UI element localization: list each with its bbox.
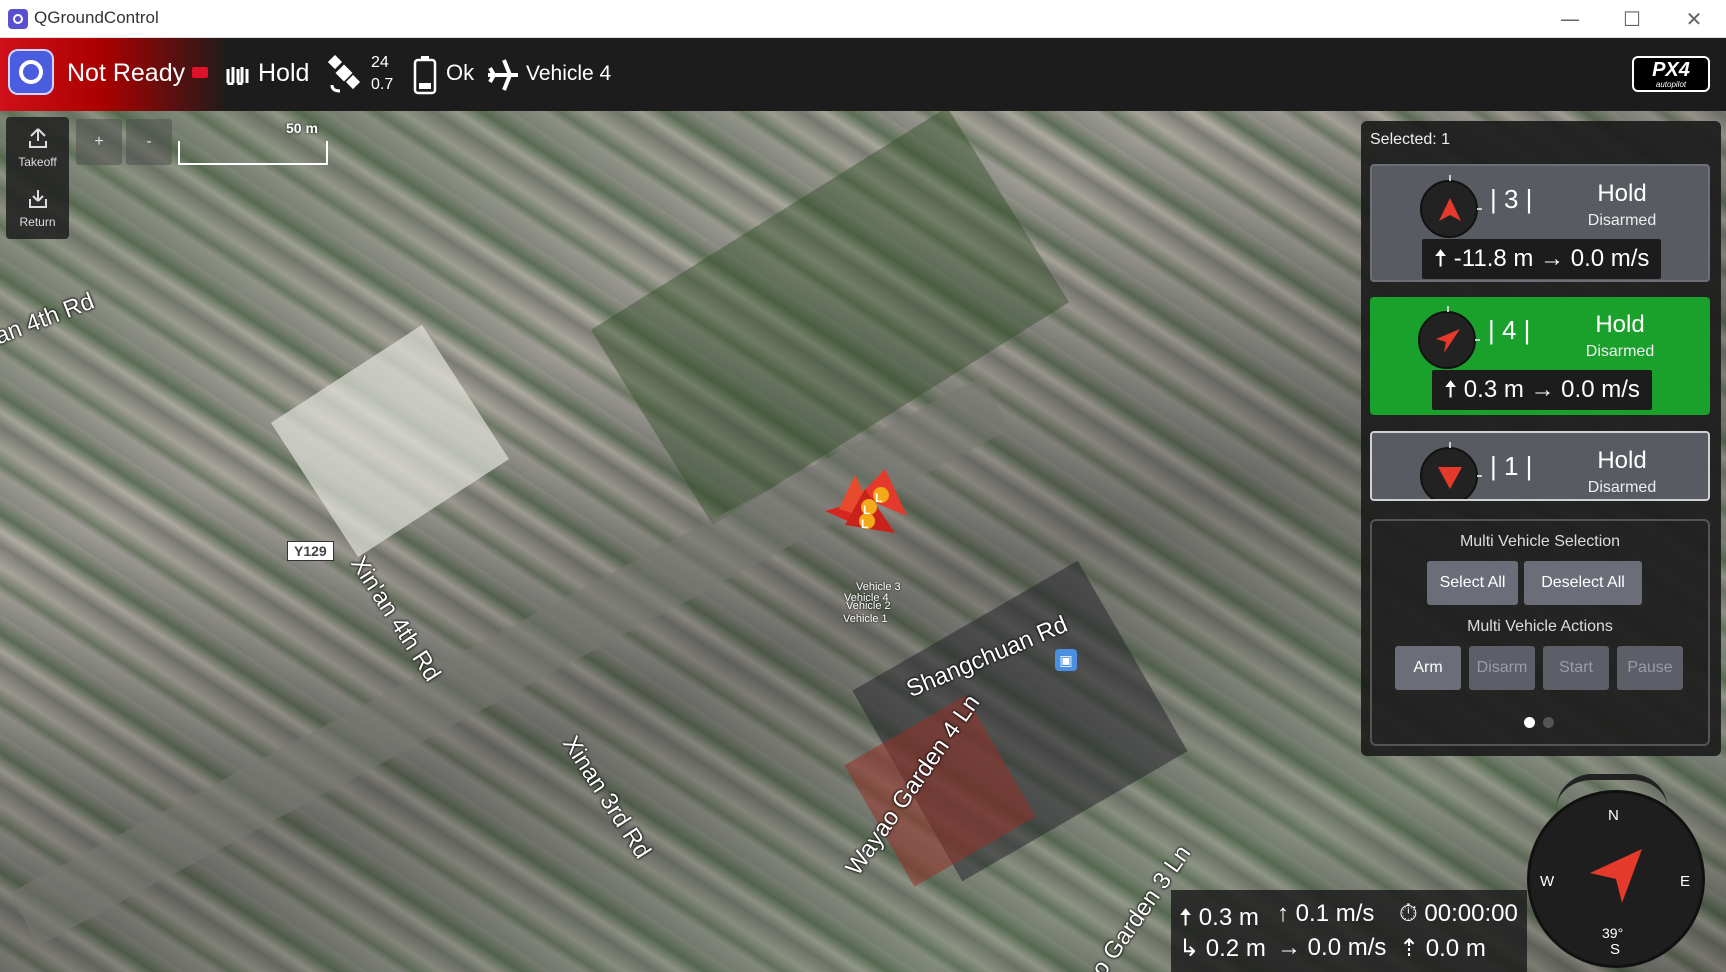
zoom-in-button[interactable]: + (76, 119, 122, 165)
px4-logo-sub: autopilot (1655, 80, 1687, 89)
flight-time-value: ⏱ 00:00:00 (1399, 900, 1518, 927)
disarm-button[interactable]: Disarm (1469, 646, 1535, 690)
return-label: Return (19, 215, 56, 229)
vehicle-card-4[interactable]: | 4 | Hold Disarmed 🠅 0.3 m → 0.0 m/s (1370, 297, 1710, 415)
close-button[interactable]: ✕ (1672, 3, 1716, 35)
takeoff-label: Takeoff (18, 155, 57, 169)
takeoff-icon (28, 128, 47, 148)
vehicle-marker-letter: L (875, 491, 883, 505)
select-all-button[interactable]: Select All (1427, 561, 1518, 605)
compass-south: S (1610, 941, 1621, 958)
compass-heading: 39° (1602, 925, 1624, 941)
arm-button[interactable]: Arm (1395, 646, 1461, 690)
window-title: QGroundControl (34, 8, 159, 27)
vehicle-heading-icon (1438, 467, 1462, 489)
gps-hdop: 0.7 (371, 76, 394, 93)
main-toolbar: Not Ready Hold 24 0.7 Ok Vehicle 4 PX4 au… (0, 38, 1726, 111)
vehicle-id: | 3 | (1490, 184, 1533, 214)
multi-vehicle-panel: Selected: 1 | 3 | Hold Disarmed 🠅 -11.8 … (1361, 121, 1721, 756)
takeoff-button[interactable]: Takeoff (6, 117, 69, 177)
vehicle-telemetry: 🠅 0.3 m → 0.0 m/s (1432, 370, 1652, 410)
selected-count: Selected: 1 (1370, 131, 1451, 148)
deselect-all-button[interactable]: Deselect All (1524, 561, 1642, 605)
vehicle-id: | 4 | (1488, 315, 1531, 345)
plan-tool-strip: Takeoff Return (6, 117, 69, 239)
gps-satellite-icon[interactable] (328, 55, 364, 93)
battery-icon[interactable] (413, 55, 437, 95)
vehicle-mode: Hold (1595, 311, 1645, 338)
ground-speed-value: → 0.0 m/s (1277, 934, 1387, 961)
gps-satellite-count: 24 (371, 54, 389, 71)
start-button[interactable]: Start (1543, 646, 1609, 690)
vehicle-label: Vehicle 2 (846, 600, 891, 612)
active-vehicle-selector[interactable]: Vehicle 4 (526, 62, 611, 86)
flight-mode[interactable]: Hold (258, 59, 309, 88)
vehicle-card-3[interactable]: | 3 | Hold Disarmed 🠅 -11.8 m → 0.0 m/s (1370, 164, 1710, 282)
zoom-out-button[interactable]: - (126, 119, 172, 165)
pause-button[interactable]: Pause (1617, 646, 1683, 690)
vehicle-mode: Hold (1597, 180, 1647, 207)
map-scale-bar (178, 141, 328, 165)
vehicle-plane-icon[interactable] (486, 58, 520, 92)
qgc-app-icon (8, 9, 28, 29)
minimize-button[interactable]: — (1548, 3, 1592, 35)
telemetry-bar: 🠅 0.3 m ↑ 0.1 m/s ⏱ 00:00:00 ↳ 0.2 m → 0… (1171, 890, 1527, 972)
px4-logo: PX4 autopilot (1632, 56, 1710, 92)
vehicle-arm-state: Disarmed (1587, 479, 1657, 496)
vehicle-heading-icon (1439, 198, 1461, 221)
heading-dial (1418, 306, 1480, 369)
multi-selection-title: Multi Vehicle Selection (1459, 533, 1621, 550)
vehicle-id: | 1 | (1490, 451, 1533, 481)
page-indicator[interactable] (1524, 715, 1562, 733)
vertical-speed-value: ↑ 0.1 m/s (1277, 900, 1375, 927)
qgc-menu-button[interactable] (8, 49, 54, 95)
return-button[interactable]: Return (6, 177, 69, 237)
flight-mode-icon[interactable] (226, 65, 252, 85)
vehicle-arm-state: Disarmed (1585, 343, 1655, 360)
battery-status: Ok (446, 60, 475, 85)
compass-north: N (1608, 807, 1619, 824)
maximize-button[interactable]: ☐ (1610, 3, 1654, 35)
multi-vehicle-actions-box: Multi Vehicle Selection Select All Desel… (1370, 519, 1710, 746)
vehicle-heading-arrow-icon (1590, 849, 1642, 903)
vehicle-marker-letter: L (861, 517, 869, 531)
page-dot-active[interactable] (1524, 717, 1535, 728)
vehicle-mode: Hold (1597, 447, 1647, 474)
window-titlebar: QGroundControl — ☐ ✕ (0, 0, 1726, 38)
vehicle-heading-icon (1436, 329, 1460, 353)
message-indicator-icon[interactable] (192, 67, 208, 78)
return-icon (28, 190, 47, 208)
compass-west: W (1540, 873, 1555, 890)
ready-status[interactable]: Not Ready (67, 59, 185, 88)
page-dot[interactable] (1543, 717, 1554, 728)
px4-logo-text: PX4 (1652, 59, 1690, 81)
vehicle-label: Vehicle 1 (843, 613, 888, 625)
map-scale-label: 50 m (286, 120, 318, 136)
road-shield: Y129 (287, 541, 334, 561)
distance-home-value: ↳ 0.2 m (1179, 935, 1266, 962)
vehicle-arm-state: Disarmed (1587, 212, 1657, 229)
vehicle-marker-letter: L (863, 503, 871, 517)
heading-dial (1420, 175, 1482, 238)
heading-dial (1420, 442, 1482, 499)
vehicle-card-1[interactable]: | 1 | Hold Disarmed (1370, 431, 1710, 501)
compass-widget[interactable]: N E S W 39° (1527, 790, 1705, 968)
compass-east: E (1680, 873, 1691, 890)
vehicle-telemetry: 🠅 -11.8 m → 0.0 m/s (1422, 239, 1662, 279)
multi-actions-title: Multi Vehicle Actions (1467, 618, 1613, 635)
distance-travelled-value: ⇡ 0.0 m (1399, 935, 1486, 962)
bus-stop-icon: ▣ (1055, 649, 1077, 671)
